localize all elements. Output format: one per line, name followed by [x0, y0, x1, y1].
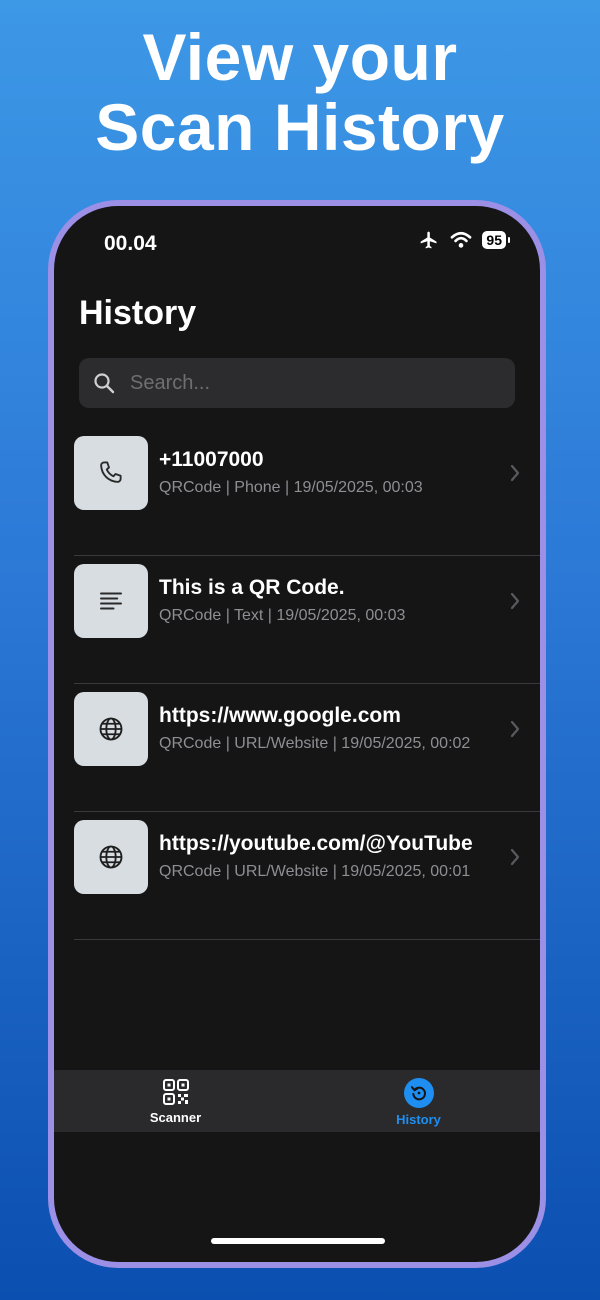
- globe-icon: [99, 717, 123, 741]
- item-subtitle: QRCode | Text | 19/05/2025, 00:03: [159, 607, 406, 624]
- item-icon-tile: [74, 820, 148, 894]
- chevron-right-icon: [510, 592, 520, 610]
- phone-icon: [100, 461, 122, 483]
- tab-scanner[interactable]: Scanner: [54, 1070, 297, 1132]
- text-lines-icon: [100, 592, 122, 610]
- chevron-right-icon: [510, 464, 520, 482]
- history-icon: [403, 1078, 434, 1108]
- promo-title-line-2: Scan History: [95, 90, 505, 164]
- page-title: History: [79, 294, 197, 332]
- history-item-text[interactable]: This is a QR Code. QRCode | Text | 19/05…: [74, 556, 540, 684]
- chevron-right-icon: [510, 848, 520, 866]
- item-subtitle: QRCode | Phone | 19/05/2025, 00:03: [159, 479, 423, 496]
- tab-label: Scanner: [149, 1110, 202, 1125]
- search-input[interactable]: [128, 370, 492, 396]
- chevron-right-icon: [510, 720, 520, 738]
- tab-history[interactable]: History: [297, 1070, 540, 1132]
- airplane-icon: [418, 230, 440, 250]
- item-subtitle: QRCode | URL/Website | 19/05/2025, 00:01: [159, 863, 471, 880]
- history-item-url[interactable]: https://youtube.com/@YouTube QRCode | UR…: [74, 812, 540, 940]
- tab-bar: Scanner History: [54, 1070, 540, 1132]
- item-title: https://youtube.com/@YouTube: [159, 832, 473, 855]
- item-icon-tile: [74, 436, 148, 510]
- home-indicator: [211, 1238, 385, 1244]
- qr-code-icon: [162, 1079, 189, 1105]
- status-time: 00.04: [104, 232, 157, 255]
- wifi-icon: [450, 231, 472, 249]
- item-title: https://www.google.com: [159, 704, 401, 727]
- search-icon: [94, 373, 115, 394]
- globe-icon: [99, 845, 123, 869]
- item-icon-tile: [74, 692, 148, 766]
- status-icons: 95: [418, 230, 510, 250]
- phone-frame: 00.04 95 History Search... +11007000 QRC…: [48, 200, 546, 1268]
- item-subtitle: QRCode | URL/Website | 19/05/2025, 00:02: [159, 735, 471, 752]
- promo-title: View your Scan History: [0, 22, 600, 162]
- item-title: +11007000: [159, 448, 264, 471]
- battery-icon: 95: [482, 231, 510, 249]
- phone-screen: 00.04 95 History Search... +11007000 QRC…: [54, 206, 540, 1262]
- item-title: This is a QR Code.: [159, 576, 345, 599]
- history-item-url[interactable]: https://www.google.com QRCode | URL/Webs…: [74, 684, 540, 812]
- tab-label: History: [396, 1112, 441, 1127]
- item-icon-tile: [74, 564, 148, 638]
- search-bar[interactable]: [79, 358, 515, 408]
- history-list: +11007000 QRCode | Phone | 19/05/2025, 0…: [54, 428, 540, 940]
- history-item-phone[interactable]: +11007000 QRCode | Phone | 19/05/2025, 0…: [74, 428, 540, 556]
- promo-title-line-1: View your: [142, 20, 458, 94]
